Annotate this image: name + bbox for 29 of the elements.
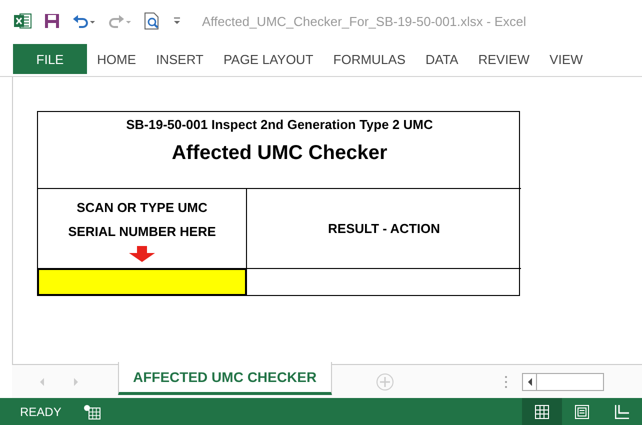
grid-icon — [535, 404, 549, 418]
sheet-title: Affected UMC Checker — [172, 142, 388, 165]
horizontal-scrollbar[interactable] — [522, 372, 604, 390]
print-preview-icon[interactable] — [144, 12, 160, 30]
subtitle: SB-19-50-001 Inspect 2nd Generation Type 2 UMC — [126, 117, 433, 132]
ribbon-tab[interactable]: FORMULAS — [323, 44, 416, 74]
excel-icon[interactable] — [14, 13, 32, 29]
page-icon — [575, 404, 589, 418]
ribbon-tab[interactable]: INSERT — [146, 44, 214, 74]
ribbon-tab[interactable]: REVIEW — [468, 44, 540, 74]
serial-input-cell[interactable] — [37, 268, 247, 296]
column-header: SCAN OR TYPE UMC SERIAL NUMBER HERE — [68, 198, 216, 240]
customize-icon[interactable] — [172, 16, 182, 26]
ribbon-tab[interactable]: PAGE LAYOUT — [213, 44, 324, 74]
save-icon[interactable] — [44, 13, 60, 29]
window-title: Affected_UMC_Checker_For_SB-19-50-001.xlsx - Excel — [202, 14, 526, 28]
ribbon-tab[interactable]: VIEW — [540, 44, 593, 74]
corner-icon — [615, 404, 629, 418]
status-text: READY — [20, 404, 62, 418]
column-header: RESULT - ACTION — [328, 220, 440, 238]
sheet-tab[interactable]: AFFECTED UMC CHECKER — [118, 362, 332, 395]
normal-view-button[interactable] — [522, 398, 562, 425]
splitter-icon[interactable] — [504, 374, 508, 388]
undo-icon[interactable] — [72, 13, 96, 29]
ribbon-tab[interactable]: HOME — [87, 44, 146, 74]
macro-record-icon[interactable] — [83, 404, 102, 420]
down-arrow-icon — [129, 246, 155, 262]
file-tab[interactable]: FILE — [13, 44, 87, 74]
ribbon-tab[interactable]: DATA — [416, 44, 468, 74]
